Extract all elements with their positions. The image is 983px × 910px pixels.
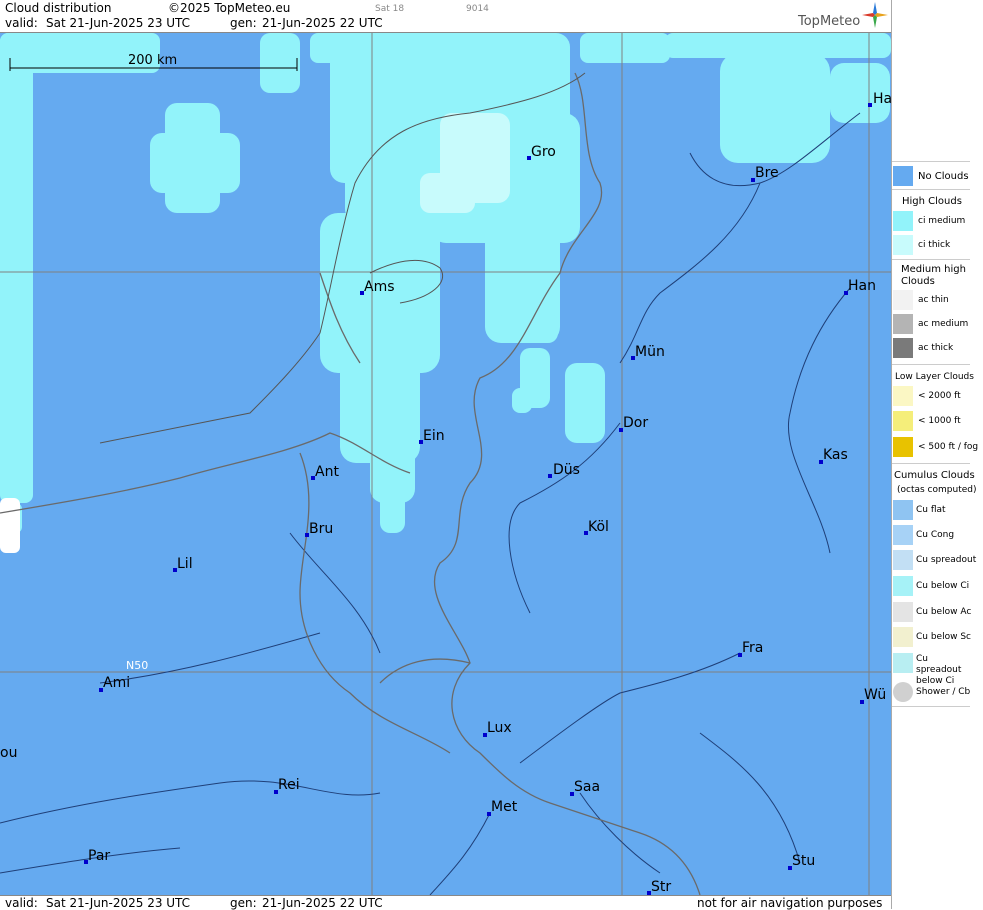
code-text: 9014 [466, 4, 489, 14]
city-label: Dor [623, 415, 648, 431]
legend-label: < 500 ft / fog [918, 442, 979, 452]
legend-heading-low: Low Layer Clouds [895, 372, 974, 382]
legend-label: ci thick [918, 240, 951, 250]
legend-heading-medium: Medium high Clouds [901, 264, 966, 287]
legend-panel: No Clouds High Clouds ci medium ci thick… [891, 0, 983, 909]
city-label: Düs [553, 462, 580, 478]
city-label: Ams [364, 279, 395, 295]
city-marker [548, 474, 552, 478]
city-label: Str [651, 879, 671, 895]
footer-gen-time: 21-Jun-2025 22 UTC [262, 896, 383, 910]
legend-label: No Clouds [918, 171, 969, 182]
city-label: Han [848, 278, 876, 294]
legend-label: ci medium [918, 216, 966, 226]
low-2000-swatch [893, 386, 913, 406]
legend-label: ac medium [918, 319, 969, 329]
city-label: Köl [588, 519, 609, 535]
cu-spreadout-below-ci-swatch [893, 653, 913, 673]
gen-label: gen: [230, 16, 257, 30]
city-label: Saa [574, 779, 600, 795]
ci-thick-swatch [893, 235, 913, 255]
disclaimer-text: not for air navigation purposes [697, 896, 883, 910]
ac-medium-swatch [893, 314, 913, 334]
city-label: Gro [531, 144, 556, 160]
gen-time: 21-Jun-2025 22 UTC [262, 16, 383, 30]
cu-below-ci-swatch [893, 576, 913, 596]
legend-heading-high: High Clouds [902, 196, 962, 207]
no-clouds-swatch [893, 166, 913, 186]
city-label: Lil [177, 556, 193, 572]
cu-below-ac-swatch [893, 602, 913, 622]
brand-logo-text: TopMeteo [798, 14, 861, 29]
cu-below-sc-swatch [893, 627, 913, 647]
legend-heading-cumulus: Cumulus Clouds [894, 470, 975, 481]
city-label: ou [0, 745, 17, 761]
city-label: Wü [864, 687, 886, 703]
legend-label: < 1000 ft [918, 416, 961, 426]
shower-cb-swatch [893, 682, 913, 702]
low-500-swatch [893, 437, 913, 457]
city-label: Mün [635, 344, 665, 360]
map-title: Cloud distribution [5, 1, 112, 15]
city-label: Lux [487, 720, 512, 736]
city-label: Met [491, 799, 518, 815]
city-label: Fra [742, 640, 763, 656]
legend-label: Cu Cong [916, 530, 955, 540]
city-label: Ein [423, 428, 445, 444]
legend-label: ac thick [918, 343, 954, 353]
valid-time: Sat 21-Jun-2025 23 UTC [46, 16, 191, 30]
legend-label: < 2000 ft [918, 391, 961, 401]
cloud-map[interactable]: 200 km N50 Ha Gro Bre Ams Han Mün Dor Ei… [0, 33, 891, 895]
footer-valid-label: valid: [5, 896, 38, 910]
compass-icon [862, 2, 888, 28]
cu-cong-swatch [893, 525, 913, 545]
legend-label: Cu spreadout below Ci [916, 654, 962, 686]
valid-label: valid: [5, 16, 38, 30]
legend-label: Cu flat [916, 505, 946, 515]
city-label: Kas [823, 447, 848, 463]
copyright-text: ©2025 TopMeteo.eu [168, 1, 291, 15]
city-label: Ami [103, 675, 130, 691]
ci-medium-swatch [893, 211, 913, 231]
city-label: Ha [873, 91, 891, 107]
ac-thick-swatch [893, 338, 913, 358]
legend-octas-note: (octas computed) [897, 485, 977, 495]
map-footer: valid: Sat 21-Jun-2025 23 UTC gen: 21-Ju… [0, 895, 891, 910]
city-label: Bre [755, 165, 779, 181]
legend-label: ac thin [918, 295, 949, 305]
map-header: Cloud distribution ©2025 TopMeteo.eu Sat… [0, 0, 891, 33]
cu-flat-swatch [893, 500, 913, 520]
city-label: Bru [309, 521, 333, 537]
low-1000-swatch [893, 411, 913, 431]
legend-label: Cu spreadout [916, 555, 977, 565]
city-label: Ant [315, 464, 339, 480]
cu-spreadout-swatch [893, 550, 913, 570]
city-label: Par [88, 848, 110, 864]
legend-label: Cu below Ci [916, 581, 970, 591]
city-label: Stu [792, 853, 815, 869]
scale-bar-label: 200 km [128, 53, 177, 68]
footer-valid-time: Sat 21-Jun-2025 23 UTC [46, 896, 191, 910]
legend-label: Shower / Cb [916, 687, 971, 697]
latitude-label: N50 [126, 659, 148, 672]
ac-thin-swatch [893, 290, 913, 310]
city-marker [868, 103, 872, 107]
footer-gen-label: gen: [230, 896, 257, 910]
city-label: Rei [278, 777, 300, 793]
legend-label: Cu below Ac [916, 607, 972, 617]
legend-label: Cu below Sc [916, 632, 971, 642]
sat-text: Sat 18 [375, 4, 405, 14]
